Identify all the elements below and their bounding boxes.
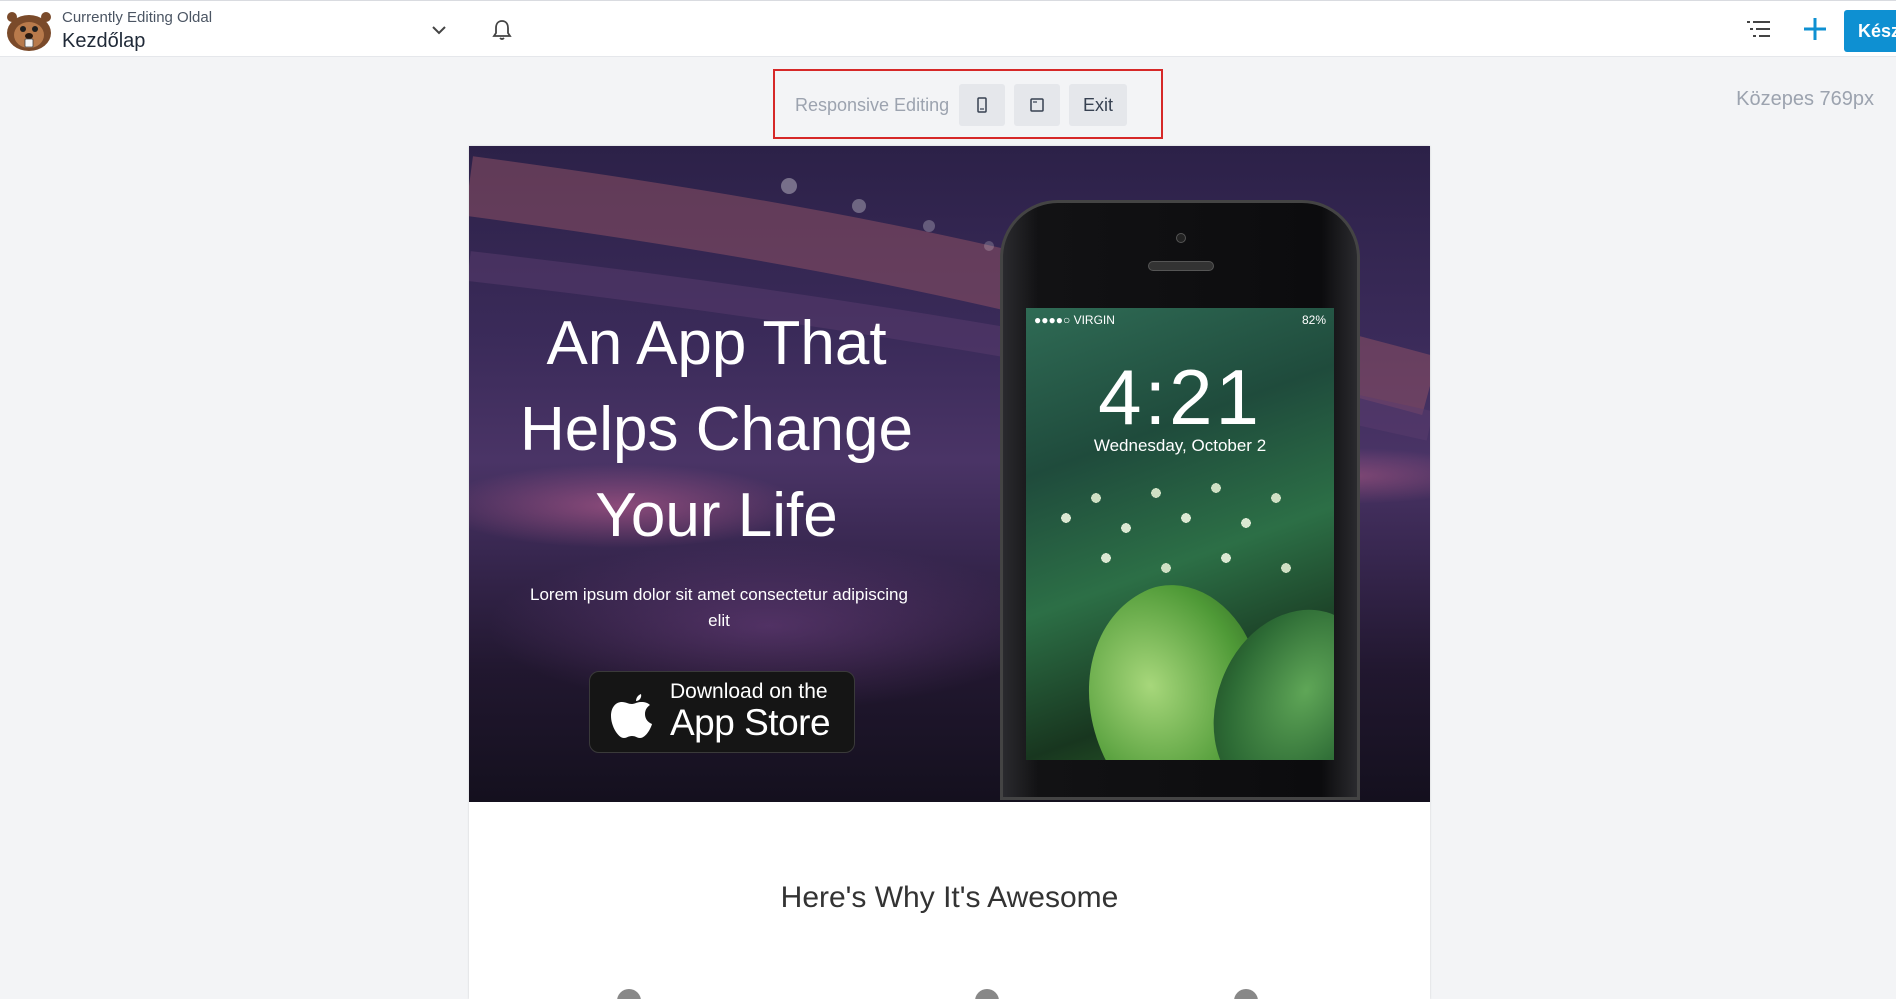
breakpoint-indicator: Közepes 769px — [1736, 88, 1874, 110]
app-store-big-text: App Store — [670, 702, 831, 743]
feature-icon — [1234, 989, 1258, 999]
add-content-icon[interactable] — [1800, 14, 1830, 44]
phone-date: Wednesday, October 2 — [1093, 436, 1267, 455]
app-store-button[interactable]: Download on the App Store — [589, 671, 855, 753]
phone-clock: 4:21 — [1098, 353, 1262, 441]
section-heading[interactable]: Here's Why It's Awesome — [469, 881, 1430, 915]
tablet-preview-button[interactable] — [1014, 84, 1060, 126]
hero-section[interactable]: An App That Helps Change Your Life Lorem… — [469, 146, 1430, 802]
mobile-preview-button[interactable] — [959, 84, 1005, 126]
phone-status-bar: ●●●●○ VIRGIN 82% — [1034, 313, 1326, 327]
responsive-editing-toolbar: Responsive Editing Exit — [773, 69, 1163, 139]
page-switcher[interactable]: Currently Editing Oldal Kezdőlap — [62, 9, 212, 54]
beaver-logo-icon[interactable] — [4, 7, 54, 53]
feature-icon — [975, 989, 999, 999]
phone-speaker — [1148, 261, 1214, 271]
feature-icon — [617, 989, 641, 999]
page-canvas: An App That Helps Change Your Life Lorem… — [469, 146, 1430, 999]
mobile-icon — [977, 97, 987, 113]
done-button[interactable]: Kész — [1844, 10, 1896, 52]
exit-responsive-button[interactable]: Exit — [1069, 84, 1127, 126]
outline-list-icon[interactable] — [1744, 16, 1774, 44]
battery-text: 82% — [1301, 313, 1326, 327]
currently-editing-label: Currently Editing Oldal — [62, 9, 213, 26]
hero-subtitle: Lorem ipsum dolor sit amet consectetur a… — [530, 585, 908, 630]
tablet-icon — [1030, 98, 1044, 112]
bell-icon[interactable] — [489, 17, 515, 43]
chevron-down-icon[interactable] — [428, 19, 450, 41]
top-bar: Currently Editing Oldal Kezdőlap Kész — [0, 0, 1896, 57]
app-store-small-text: Download on the — [670, 680, 828, 703]
page-title: Kezdőlap — [62, 30, 146, 52]
phone-camera — [1176, 233, 1186, 243]
responsive-editing-label: Responsive Editing — [795, 95, 950, 115]
apple-icon — [611, 694, 652, 738]
phone-screen: ●●●●○ VIRGIN 82% 4:21 Wednesday, October… — [1026, 308, 1334, 760]
phone-mockup-image: ●●●●○ VIRGIN 82% 4:21 Wednesday, October… — [1000, 200, 1360, 800]
carrier-text: ●●●●○ VIRGIN — [1034, 313, 1115, 327]
hero-title: An App That Helps Change Your Life — [520, 309, 913, 550]
